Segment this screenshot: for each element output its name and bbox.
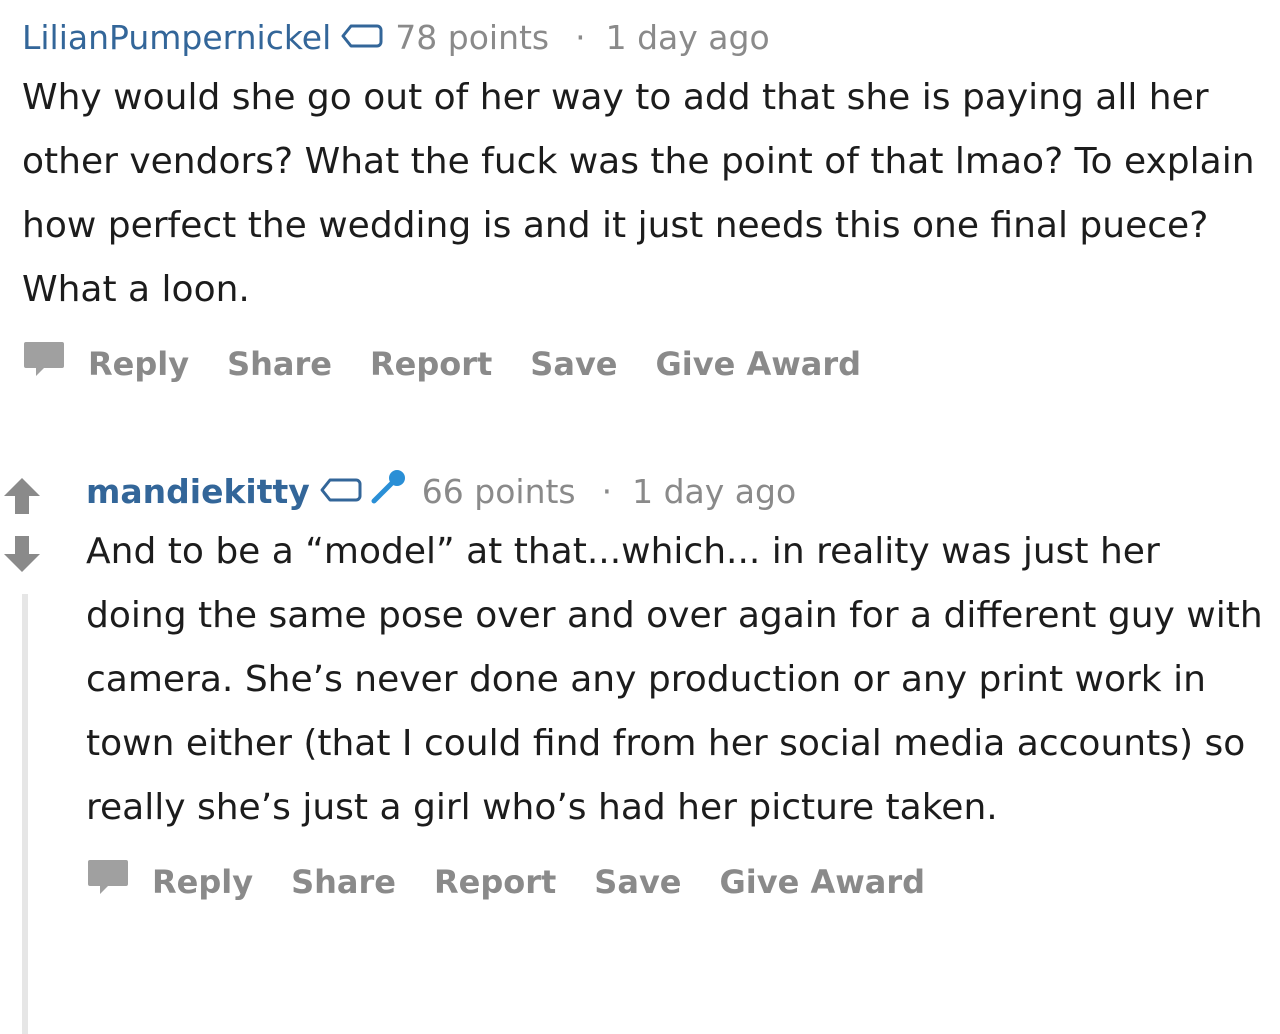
report-button[interactable]: Report xyxy=(434,863,556,901)
tag-flair-icon xyxy=(341,18,383,57)
comment-time[interactable]: 1 day ago xyxy=(606,18,770,57)
comment-body: And to be a “model” at that...which... i… xyxy=(86,531,1263,828)
reply-button[interactable]: Reply xyxy=(152,863,253,901)
upvote-arrow-icon[interactable] xyxy=(2,476,42,520)
comment-meta: LilianPumpernickel 78 points · 1 day ago xyxy=(22,14,1272,60)
comment-points: 66 points xyxy=(421,471,576,511)
comment-actions: Reply Share Report Save Give Award xyxy=(86,858,1266,906)
share-button[interactable]: Share xyxy=(291,863,396,901)
comment-bubble-icon xyxy=(86,858,130,906)
microphone-icon xyxy=(368,467,408,515)
comment-body: Why would she go out of her way to add t… xyxy=(22,77,1255,310)
report-button[interactable]: Report xyxy=(370,345,492,383)
give-award-button[interactable]: Give Award xyxy=(656,345,862,383)
comment-points: 78 points xyxy=(395,17,550,57)
meta-separator: · xyxy=(601,471,613,511)
tag-flair-icon xyxy=(320,472,362,511)
reply-button[interactable]: Reply xyxy=(88,345,189,383)
give-award-button[interactable]: Give Award xyxy=(720,863,926,901)
save-button[interactable]: Save xyxy=(594,863,681,901)
downvote-arrow-icon[interactable] xyxy=(2,534,42,578)
comment-meta: mandiekitty 66 points · 1 day ago xyxy=(86,468,1266,514)
comment-content: mandiekitty 66 points · 1 day ago And to… xyxy=(86,468,1266,906)
comment-actions: Reply Share Report Save Give Award xyxy=(22,340,1272,388)
share-button[interactable]: Share xyxy=(227,345,332,383)
comment-bubble-icon xyxy=(22,340,66,388)
comment-time[interactable]: 1 day ago xyxy=(632,472,796,511)
comment-author[interactable]: mandiekitty xyxy=(86,472,310,511)
save-button[interactable]: Save xyxy=(530,345,617,383)
comment-author[interactable]: LilianPumpernickel xyxy=(22,18,331,57)
thread-line[interactable] xyxy=(22,594,28,1034)
meta-separator: · xyxy=(575,17,586,57)
comment: LilianPumpernickel 78 points · 1 day ago… xyxy=(22,14,1272,388)
